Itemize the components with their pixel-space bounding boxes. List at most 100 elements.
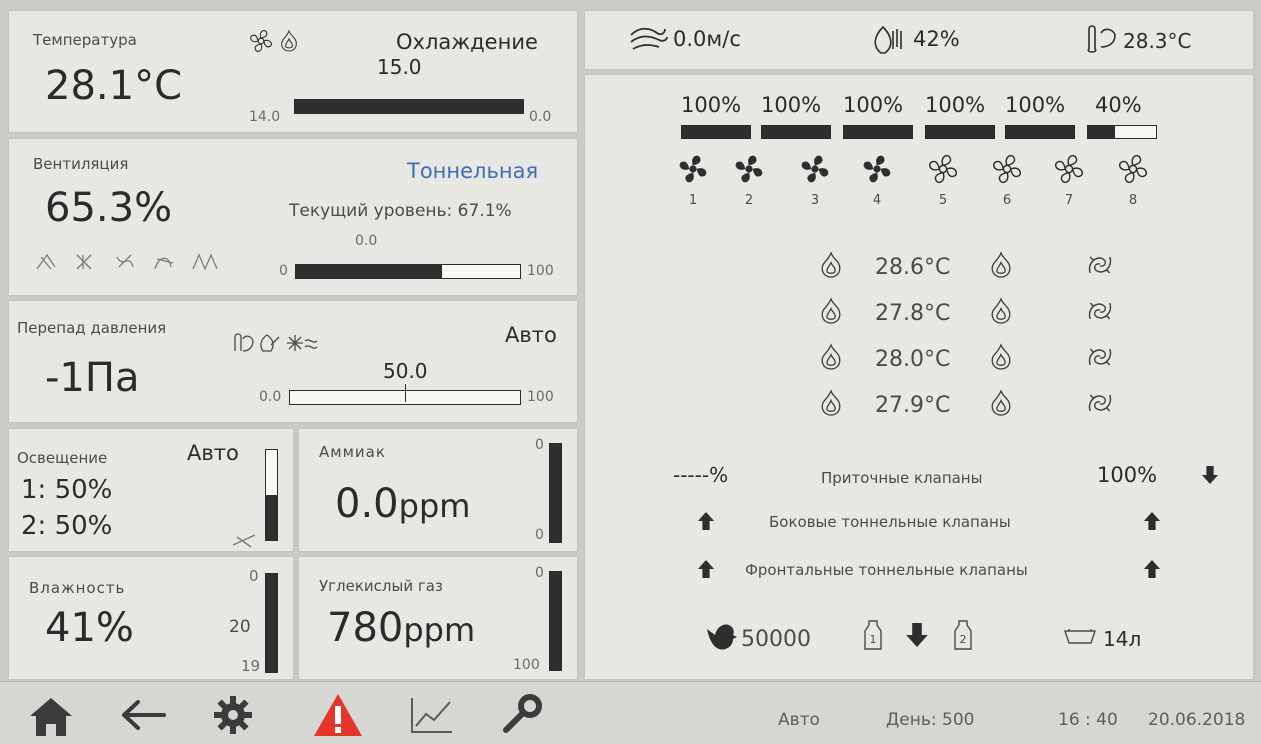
pressure-setpoint: 50.0	[383, 359, 428, 383]
heater-icon[interactable]	[819, 389, 843, 417]
heater-icon[interactable]	[819, 297, 843, 325]
humidity-panel[interactable]: Влажность 41% 0 20 19	[8, 556, 294, 680]
fan-icon[interactable]	[925, 151, 961, 187]
fan-icon[interactable]	[731, 151, 767, 187]
water-trough-icon[interactable]	[1063, 627, 1097, 647]
fan-group-bar-fill	[1006, 126, 1074, 138]
temperature-panel[interactable]: Температура 28.1°C Охлаждение 15.0 14.0 …	[8, 10, 578, 133]
key-icon[interactable]	[500, 692, 546, 736]
fan-group-bar	[925, 125, 995, 139]
fan-group-pct: 100%	[843, 93, 904, 117]
back-icon[interactable]	[120, 700, 166, 730]
silo-icon[interactable]: 1	[859, 617, 887, 651]
fan-group-bar	[1087, 125, 1157, 139]
arrow-up-icon[interactable]	[1143, 511, 1161, 531]
front-tunnel-valves-label[interactable]: Фронтальные тоннельные клапаны	[745, 561, 1028, 579]
fan-group-pct: 40%	[1095, 93, 1142, 117]
fan-icon[interactable]	[1115, 151, 1151, 187]
pressure-bar-marker	[405, 384, 406, 402]
ammonia-panel[interactable]: Аммиак 0.0ppm 0 0	[298, 428, 578, 552]
ventilation-stage-icons	[36, 253, 218, 271]
co2-bar-top: 0	[535, 565, 544, 581]
wind-speed: 0.0м/с	[673, 27, 741, 51]
alarm-icon[interactable]	[312, 692, 364, 738]
arrow-up-icon[interactable]	[697, 559, 715, 579]
co2-bar	[549, 571, 562, 671]
lighting-bar	[265, 449, 278, 541]
arrow-up-icon[interactable]	[697, 511, 715, 531]
lighting-line1: 1: 50%	[21, 475, 113, 505]
humidity-icon	[874, 25, 902, 54]
cooling-pad-icon[interactable]	[1085, 389, 1115, 417]
arrow-up-icon[interactable]	[1143, 559, 1161, 579]
fan-icon[interactable]	[675, 151, 711, 187]
fan-group-bar-fill	[682, 126, 750, 138]
sensor-temperature: 28.0°C	[875, 347, 951, 372]
heater-icon[interactable]	[819, 343, 843, 371]
inlet-valves-label[interactable]: Приточные клапаны	[821, 469, 982, 487]
fan-number: 7	[1064, 193, 1074, 208]
chart-icon[interactable]	[410, 696, 454, 734]
humidity-bar-bottom: 19	[241, 657, 261, 675]
ventilation-bar	[295, 264, 521, 279]
temperature-label: Температура	[33, 31, 137, 49]
fan-icon[interactable]	[989, 151, 1025, 187]
cooling-pad-icon[interactable]	[1085, 251, 1115, 279]
ammonia-bar	[549, 443, 562, 543]
pressure-mode: Авто	[505, 323, 557, 347]
pressure-bar	[289, 384, 521, 405]
pressure-panel[interactable]: Перепад давления -1Па Авто 50.0 0.0 100	[8, 300, 578, 423]
fan-icon[interactable]	[797, 151, 833, 187]
gear-icon[interactable]	[212, 694, 254, 736]
arrow-down-icon[interactable]	[1201, 465, 1219, 485]
lighting-mode: Авто	[187, 441, 239, 465]
pressure-status-icons	[234, 333, 318, 352]
arrow-down-icon[interactable]	[905, 619, 929, 651]
temperature-bar-fill	[295, 100, 523, 113]
ammonia-bar-top: 0	[535, 437, 544, 453]
bottom-navigation-bar: Авто День: 500 16 : 40 20.06.2018	[0, 681, 1261, 744]
humidity-bar-mid: 20	[229, 617, 251, 637]
co2-unit: ppm	[403, 611, 476, 649]
fan-group-bar	[1005, 125, 1075, 139]
ventilation-panel[interactable]: Вентиляция 65.3% Тоннельная Текущий уров…	[8, 138, 578, 296]
fan-group-bar-fill	[762, 126, 830, 138]
temperature-mode: Охлаждение	[396, 30, 538, 54]
home-icon[interactable]	[28, 696, 74, 736]
ammonia-label: Аммиак	[319, 443, 386, 461]
heater-icon[interactable]	[989, 251, 1013, 279]
thermometer-icon	[1087, 25, 1116, 53]
heater-icon[interactable]	[989, 343, 1013, 371]
fan-icon[interactable]	[1051, 151, 1087, 187]
lighting-label: Освещение	[17, 449, 108, 467]
temperature-value: 28.1°C	[45, 63, 182, 109]
cooling-pad-icon[interactable]	[1085, 343, 1115, 371]
cooling-pad-icon[interactable]	[1085, 297, 1115, 325]
ammonia-number: 0.0	[335, 481, 399, 527]
silo-icon[interactable]: 2	[949, 617, 977, 651]
humidity-value: 41%	[45, 605, 134, 651]
fan-group-bar	[681, 125, 751, 139]
fan-icon	[247, 27, 275, 55]
heater-icon[interactable]	[989, 297, 1013, 325]
co2-panel[interactable]: Углекислый газ 780ppm 0 100	[298, 556, 578, 680]
ventilation-bar-right: 100	[527, 263, 554, 279]
house-overview-panel: 100% 100% 100% 100% 100% 40% 1 2 3 4 5 6…	[584, 74, 1254, 680]
ventilation-current-level: Текущий уровень: 67.1%	[289, 201, 512, 221]
side-tunnel-valves-label[interactable]: Боковые тоннельные клапаны	[769, 513, 1011, 531]
fan-number: 2	[744, 193, 754, 208]
silo-number: 1	[870, 633, 877, 646]
ventilation-bar-fill	[296, 265, 442, 278]
heater-icon[interactable]	[819, 251, 843, 279]
bird-count: 50000	[741, 627, 811, 652]
lighting-dimmer-icon	[232, 534, 256, 548]
ammonia-bar-bottom: 0	[535, 527, 544, 543]
fan-number: 4	[872, 193, 882, 208]
chicken-icon[interactable]	[703, 621, 737, 651]
fan-icon[interactable]	[859, 151, 895, 187]
fan-group-bar-fill	[844, 126, 912, 138]
lighting-panel[interactable]: Освещение Авто 1: 50% 2: 50%	[8, 428, 294, 552]
inlet-valves-left-value: -----%	[673, 463, 729, 487]
heater-icon[interactable]	[989, 389, 1013, 417]
footer-date: 20.06.2018	[1148, 710, 1246, 730]
